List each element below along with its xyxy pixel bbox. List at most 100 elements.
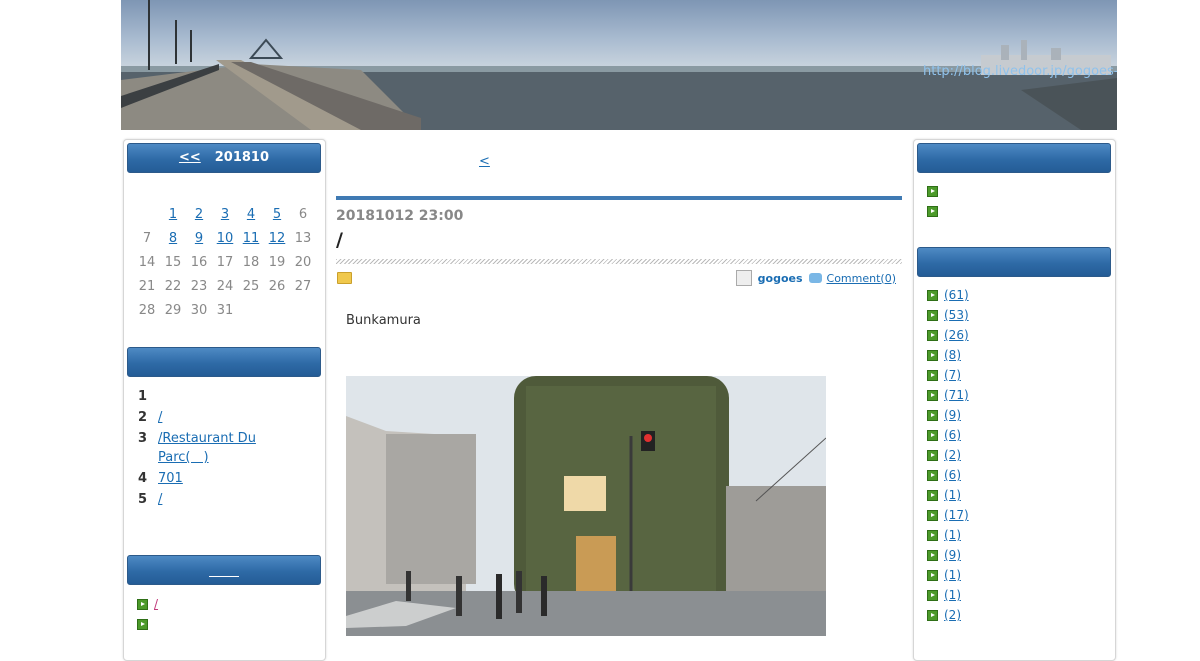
bullet-icon	[927, 570, 938, 581]
ranking-number: 3	[138, 431, 148, 446]
bullet-icon	[927, 186, 938, 197]
category-link[interactable]: (71)	[944, 388, 972, 402]
category-item: (61)	[927, 288, 972, 308]
bullet-icon	[927, 450, 938, 461]
folder-icon[interactable]	[337, 272, 352, 284]
calendar-day-link[interactable]: 8	[169, 231, 177, 246]
ranking-link[interactable]	[158, 389, 250, 404]
bullet-icon	[927, 350, 938, 361]
recent-link[interactable]: /	[154, 597, 220, 611]
recent-item	[137, 617, 254, 637]
post-meta: gogoes Comment(0)	[735, 270, 896, 286]
bullet-icon	[137, 599, 148, 610]
right-sidebar: (61) (53) (26) (8) (7) (71) (9) (6) (2) (6) (1) (17…	[913, 139, 1116, 661]
ranking-item: 5 /	[138, 492, 328, 507]
ranking-item: 3 /Restaurant Du Parc( )	[138, 431, 328, 465]
category-link[interactable]: (1)	[944, 488, 972, 502]
category-item: (7)	[927, 368, 972, 388]
ranking-header	[127, 347, 321, 377]
calendar-day-label: 23	[190, 278, 208, 294]
calendar-day-link[interactable]: 10	[217, 231, 234, 246]
ranking-number: 5	[138, 492, 148, 507]
category-link[interactable]: (61)	[944, 288, 972, 302]
calendar-day: 21	[134, 274, 160, 298]
user-icon	[735, 270, 752, 286]
category-link[interactable]: (1)	[944, 528, 972, 542]
post-date: 20181012 23:00	[336, 208, 464, 224]
ranking-number: 4	[138, 471, 148, 486]
calendar-day-link[interactable]: 11	[243, 231, 260, 246]
ranking-link[interactable]: /	[158, 410, 208, 425]
category-link[interactable]: (6)	[944, 428, 972, 442]
bullet-icon	[927, 610, 938, 621]
category-link[interactable]: (2)	[944, 608, 972, 622]
category-item: (2)	[927, 608, 972, 628]
ranking-link[interactable]: 701	[158, 471, 274, 486]
calendar-week: 14 15 16 17 18 19 20	[134, 250, 316, 274]
calendar-day-label: 15	[164, 254, 182, 270]
category-item: (71)	[927, 388, 972, 408]
calendar-day-link[interactable]: 1	[169, 207, 177, 222]
category-link[interactable]: (8)	[944, 348, 972, 362]
ranking-link[interactable]: /	[158, 492, 168, 507]
ranking-list: 1 2 / 3 /Restaurant Du Parc( ) 4 701 5 /	[138, 389, 328, 513]
calendar-day: 25	[238, 274, 264, 298]
calendar-day-label: 14	[138, 254, 156, 270]
prev-post-link[interactable]: <	[479, 154, 601, 169]
calendar-day-link[interactable]: 4	[247, 207, 255, 222]
links-list	[927, 184, 944, 224]
header-banner: http://blog.livedoor.jp/gogoes-eriverni/…	[121, 0, 1117, 130]
category-link[interactable]: (1)	[944, 588, 972, 602]
category-link[interactable]: (2)	[944, 448, 972, 462]
calendar-day: 31	[212, 298, 238, 322]
post-author[interactable]: gogoes	[758, 272, 803, 285]
calendar-day	[290, 298, 316, 322]
calendar-day-label: 28	[138, 302, 156, 318]
ranking-link[interactable]: /Restaurant Du Parc( )	[158, 431, 308, 465]
calendar-day-link[interactable]: 9	[195, 231, 203, 246]
calendar-day	[238, 298, 264, 322]
calendar-day: 30	[186, 298, 212, 322]
ranking-number: 1	[138, 389, 148, 404]
calendar-day: 12	[264, 226, 290, 250]
calendar-week: 7 8 9 10 11 12 13	[134, 226, 316, 250]
calendar-day: 4	[238, 202, 264, 226]
calendar-day-link[interactable]: 5	[273, 207, 281, 222]
calendar-day: 26	[264, 274, 290, 298]
calendar-day: 8	[160, 226, 186, 250]
bullet-icon	[927, 390, 938, 401]
category-link[interactable]: (9)	[944, 548, 972, 562]
calendar-day: 3	[212, 202, 238, 226]
category-link[interactable]: (7)	[944, 368, 972, 382]
category-link[interactable]: (26)	[944, 328, 972, 342]
ranking-item: 2 /	[138, 410, 328, 425]
comment-link[interactable]: Comment(0)	[827, 272, 896, 285]
post-photo	[346, 376, 826, 636]
calendar-day: 1	[160, 202, 186, 226]
calendar-day-label: 30	[190, 302, 208, 318]
category-link[interactable]: (9)	[944, 408, 972, 422]
category-item: (8)	[927, 348, 972, 368]
calendar-week: 21 22 23 24 25 26 27	[134, 274, 316, 298]
category-link[interactable]: (17)	[944, 508, 972, 522]
blog-url-link[interactable]: http://blog.livedoor.jp/gogoes-eriverni/…	[923, 64, 1117, 79]
calendar-day-link[interactable]: 3	[221, 207, 229, 222]
calendar-day-label: 31	[216, 302, 234, 318]
category-link[interactable]: (6)	[944, 468, 972, 482]
bullet-icon	[927, 510, 938, 521]
calendar-day-label: 22	[164, 278, 182, 294]
calendar-prev-link[interactable]: <<	[179, 150, 201, 165]
recent-header-label	[209, 562, 239, 577]
bullet-icon	[927, 290, 938, 301]
category-link[interactable]: (1)	[944, 568, 972, 582]
calendar-grid: 1 2 3 4 5 6 7 8 9 10 11 12 13 14 15 16 17 18 19 20 21 22 23 24 2…	[134, 202, 316, 322]
category-link[interactable]: (53)	[944, 308, 972, 322]
calendar-month: 201810	[214, 150, 270, 165]
calendar-day-link[interactable]: 2	[195, 207, 203, 222]
category-item: (17)	[927, 508, 972, 528]
calendar-day-link[interactable]: 12	[269, 231, 286, 246]
link-item	[927, 204, 944, 224]
calendar-day-label: 16	[190, 254, 208, 270]
category-item: (6)	[927, 468, 972, 488]
calendar-day: 19	[264, 250, 290, 274]
